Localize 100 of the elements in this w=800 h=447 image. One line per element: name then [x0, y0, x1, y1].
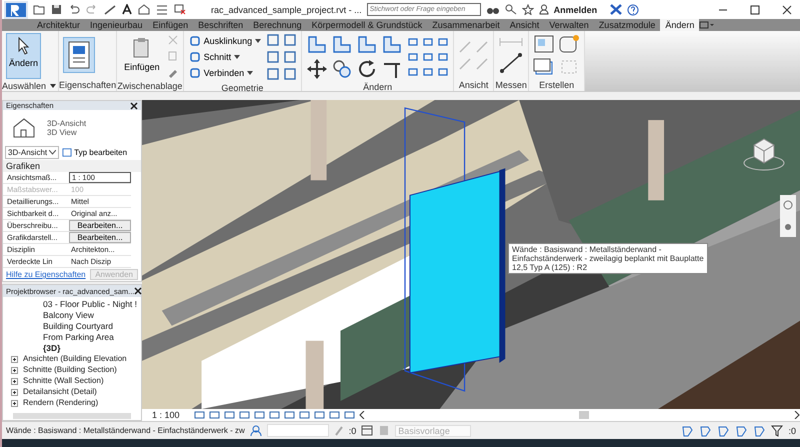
view-control-icon[interactable]	[328, 410, 340, 420]
user-icon[interactable]	[538, 4, 549, 15]
sign-in-link[interactable]: Anmelden	[554, 4, 598, 14]
tree-item[interactable]: From Parking Area	[3, 332, 141, 342]
expand-icon[interactable]	[11, 400, 18, 406]
tree-item[interactable]: Detailansicht (Detail)	[23, 387, 97, 397]
view-control-icon[interactable]	[238, 410, 250, 420]
tree-item[interactable]: Schnitte (Wall Section)	[23, 376, 104, 386]
selection-option-icon[interactable]	[735, 424, 748, 436]
house-icon[interactable]	[138, 4, 150, 15]
design-options-icon[interactable]	[361, 425, 374, 436]
edit-tool-icon[interactable]	[422, 50, 434, 62]
group-header[interactable]: Grafiken	[3, 160, 141, 172]
ribbon-button[interactable]: Ändern	[6, 33, 42, 79]
save-icon[interactable]	[51, 4, 62, 15]
selection-option-icon[interactable]	[753, 424, 766, 436]
selection-option-icon[interactable]	[699, 424, 712, 436]
tree-item[interactable]: 03 - Floor Public - Night !	[3, 299, 141, 309]
edit-tool-icon[interactable]	[407, 50, 420, 62]
property-edit-button[interactable]: Bearbeiten...	[69, 232, 131, 243]
view-scale[interactable]: 1 : 100	[152, 410, 180, 420]
ribbon-tab[interactable]: Berechnung	[248, 19, 307, 31]
maximize-icon[interactable]	[750, 4, 760, 14]
edit-tool-icon[interactable]	[437, 50, 450, 62]
ribbon-tab[interactable]: Ingenieurbau	[85, 19, 148, 31]
open-icon[interactable]	[33, 4, 45, 15]
scrollbar-thumb[interactable]	[579, 411, 590, 419]
scroll-right-icon[interactable]	[794, 411, 800, 419]
ribbon-tab[interactable]: Ändern	[660, 19, 700, 31]
edit-type-button[interactable]: Typ bearbeiten	[62, 148, 128, 157]
expand-icon[interactable]	[11, 366, 18, 374]
panel-label[interactable]: Auswählen	[2, 81, 58, 91]
filter-icon[interactable]	[771, 424, 784, 436]
help-icon[interactable]	[627, 4, 640, 16]
edit-tool-icon[interactable]	[437, 66, 450, 78]
ribbon-tab[interactable]: Einfügen	[148, 19, 194, 31]
ribbon-tab[interactable]: Zusammenarbeit	[427, 19, 505, 31]
view-control-icon[interactable]	[314, 410, 325, 420]
tree-item[interactable]: Building Courtyard	[3, 321, 141, 331]
move-icon[interactable]	[306, 58, 328, 80]
view-control-icon[interactable]	[268, 410, 280, 420]
component-icon[interactable]	[558, 34, 580, 54]
view-control-icon[interactable]	[224, 410, 235, 420]
ribbon-button[interactable]: Schnitt	[188, 50, 262, 64]
tree-item[interactable]: Schnitte (Building Section)	[23, 365, 117, 375]
properties-icon[interactable]	[63, 37, 96, 73]
geometry-tool-icon[interactable]	[283, 67, 298, 81]
scroll-left-icon[interactable]	[358, 411, 365, 419]
selection-option-icon[interactable]	[717, 424, 730, 436]
expand-icon[interactable]	[11, 378, 18, 384]
expand-icon[interactable]	[11, 388, 18, 396]
app-logo-icon[interactable]	[4, 0, 28, 18]
view-control-icon[interactable]	[254, 410, 265, 420]
close-icon[interactable]	[134, 287, 142, 295]
undo-icon[interactable]	[68, 4, 80, 14]
edit-tool-icon[interactable]	[407, 36, 420, 48]
horizontal-scrollbar[interactable]	[13, 413, 131, 419]
star-icon[interactable]	[522, 4, 534, 15]
tree-item[interactable]: {3D}	[3, 343, 141, 353]
geometry-tool-icon[interactable]	[283, 50, 298, 64]
ribbon-button[interactable]: Verbinden	[188, 66, 262, 80]
panel-toggle-icon[interactable]	[699, 21, 716, 29]
measure-line-icon[interactable]	[498, 52, 524, 74]
tree-item[interactable]: Balcony View	[3, 310, 141, 320]
ribbon-tab[interactable]: Verwalten	[544, 19, 594, 31]
ribbon-tab[interactable]: Zusatzmodule	[594, 19, 660, 31]
expand-icon[interactable]	[11, 356, 18, 362]
geometry-tool-icon[interactable]	[266, 50, 280, 64]
view-control-icon[interactable]	[194, 410, 205, 420]
type-selector[interactable]: 3D-Ansicht	[5, 146, 60, 159]
tree-item[interactable]: Rendern (Rendering)	[23, 398, 98, 408]
help-link[interactable]: Hilfe zu Eigenschaften	[6, 270, 86, 279]
selection-option-icon[interactable]	[681, 424, 694, 436]
ribbon-button[interactable]: Einfügen	[121, 33, 163, 79]
geometry-tool-icon[interactable]	[266, 67, 280, 81]
view-control-icon[interactable]	[344, 410, 355, 420]
text-icon[interactable]	[122, 4, 132, 15]
dropdown-caret-icon[interactable]	[50, 84, 56, 88]
view-control-icon[interactable]	[208, 410, 220, 420]
workset-icon[interactable]	[250, 424, 262, 436]
close-windows-icon[interactable]	[174, 4, 186, 15]
view-control-icon[interactable]	[284, 410, 295, 420]
ribbon-tab[interactable]: Beschriften	[193, 19, 248, 31]
geometry-tool-icon[interactable]	[266, 33, 280, 47]
edit-tool-icon[interactable]	[407, 66, 420, 78]
ribbon-tab[interactable]: Architektur	[32, 19, 86, 31]
parts-icon[interactable]	[533, 56, 556, 76]
close-icon[interactable]	[130, 102, 138, 110]
navigation-bar[interactable]	[780, 195, 796, 237]
group-icon[interactable]	[533, 34, 556, 54]
geometry-tool-icon[interactable]	[283, 33, 298, 47]
edit-tool-icon[interactable]	[422, 36, 434, 48]
edit-tool-icon[interactable]	[437, 36, 450, 48]
workset-field[interactable]	[266, 424, 329, 437]
copy-circles-icon[interactable]	[331, 58, 354, 80]
ribbon-tab[interactable]: Körpermodell & Grundstück	[306, 19, 428, 31]
ribbon-tab[interactable]: Ansicht	[504, 19, 544, 31]
ribbon-button[interactable]: Ausklinkung	[188, 34, 262, 48]
property-edit-button[interactable]: Bearbeiten...	[69, 220, 131, 231]
edit-tool-icon[interactable]	[422, 66, 434, 78]
